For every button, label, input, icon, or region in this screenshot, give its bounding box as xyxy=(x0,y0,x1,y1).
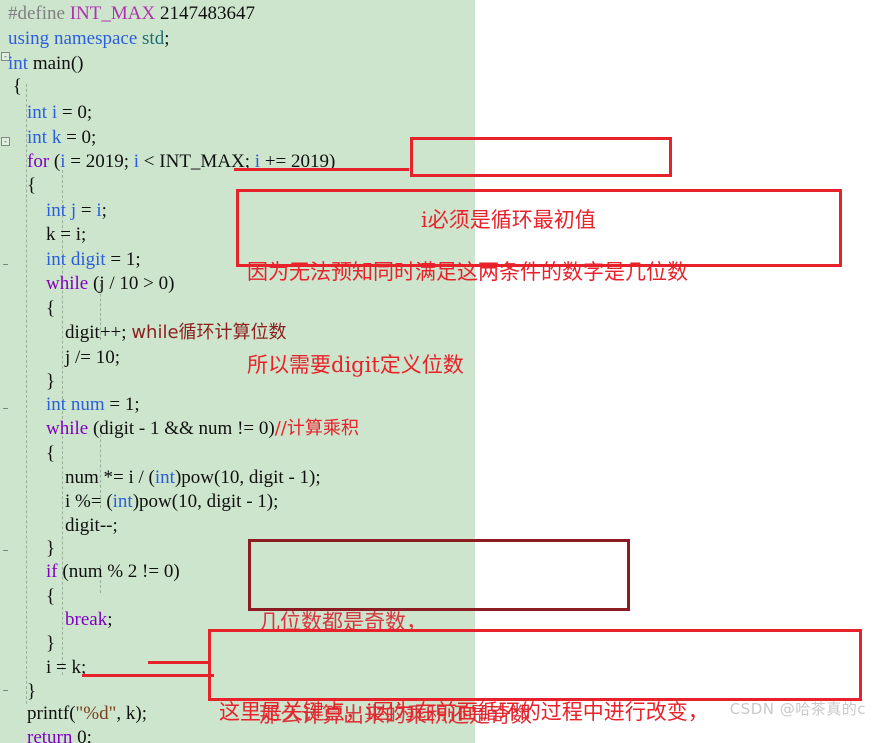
code-line: if (num % 2 != 0) xyxy=(46,561,180,582)
annotation-i-initial: i必须是循环最初值 xyxy=(410,137,672,232)
code-line: for (i = 2019; i < INT_MAX; i += 2019) xyxy=(27,151,336,172)
csdn-watermark: CSDN @哈茶真的c xyxy=(729,700,866,718)
code-line: return 0; xyxy=(27,727,92,743)
annotation-line: 所以需要digit定义位数 xyxy=(247,353,464,377)
code-line: while (j / 10 > 0) xyxy=(46,273,175,294)
code-line: { xyxy=(8,175,37,196)
annotation-key-point: 这里是关键点，i因为在前面循环的过程中进行改变， 需要变为最初值 xyxy=(208,629,862,724)
code-line: digit++; while循环计算位数 xyxy=(65,322,287,343)
code-line: int i = 0; xyxy=(27,102,93,123)
code-line: k = i; xyxy=(46,224,87,245)
code-line: { xyxy=(8,76,22,97)
underline-i-increment xyxy=(234,168,409,171)
annotation-digit-reason: 因为无法预知同时满足这两条件的数字是几位数 所以需要digit定义位数 xyxy=(236,189,842,377)
annotation-line: 因为无法预知同时满足这两条件的数字是几位数 xyxy=(247,260,688,284)
code-line: #define INT_MAX 2147483647 xyxy=(8,3,255,24)
underline-i-equals-k-extension xyxy=(148,661,210,664)
code-line: using namespace std; xyxy=(8,28,170,49)
annotation-odd-product: 几位数都是奇数， 那么计算出来的乘积还是奇数 xyxy=(248,539,630,727)
underline-i-equals-k xyxy=(82,674,214,677)
code-screenshot: - - #define INT_MAX 2147483647 using nam… xyxy=(0,0,874,743)
